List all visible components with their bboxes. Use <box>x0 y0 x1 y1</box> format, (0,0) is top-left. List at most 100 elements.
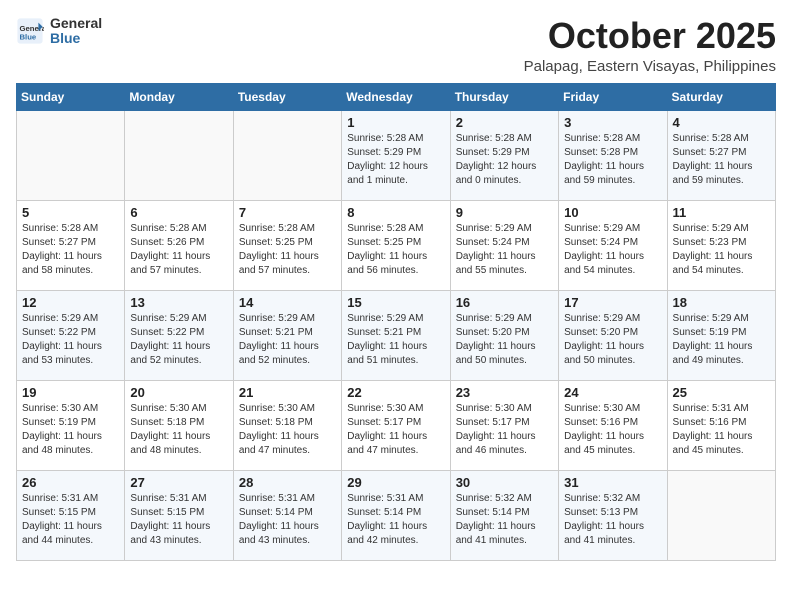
calendar-cell <box>667 470 775 560</box>
day-info: Sunrise: 5:29 AM Sunset: 5:20 PM Dayligh… <box>456 312 553 368</box>
weekday-header: Thursday <box>450 83 558 110</box>
calendar-cell: 26 Sunrise: 5:31 AM Sunset: 5:15 PM Dayli… <box>17 470 125 560</box>
day-number: 20 <box>130 385 227 400</box>
day-info: Sunrise: 5:28 AM Sunset: 5:25 PM Dayligh… <box>347 222 444 278</box>
day-info: Sunrise: 5:32 AM Sunset: 5:14 PM Dayligh… <box>456 492 553 548</box>
day-number: 8 <box>347 205 444 220</box>
day-number: 2 <box>456 115 553 130</box>
day-info: Sunrise: 5:31 AM Sunset: 5:14 PM Dayligh… <box>239 492 336 548</box>
calendar-cell: 19Sunrise: 5:30 AM Sunset: 5:19 PM Dayli… <box>17 380 125 470</box>
day-number: 22 <box>347 385 444 400</box>
weekday-header: Tuesday <box>233 83 341 110</box>
day-number: 23 <box>456 385 553 400</box>
weekday-header: Friday <box>559 83 667 110</box>
day-number: 18 <box>673 295 770 310</box>
day-info: Sunrise: 5:31 AM Sunset: 5:15 PM Dayligh… <box>130 492 227 548</box>
calendar-cell <box>233 110 341 200</box>
day-info: Sunrise: 5:28 AM Sunset: 5:29 PM Dayligh… <box>347 132 444 188</box>
calendar-cell <box>125 110 233 200</box>
month-title: October 2025 <box>524 16 776 56</box>
day-info: Sunrise: 5:28 AM Sunset: 5:26 PM Dayligh… <box>130 222 227 278</box>
day-number: 27 <box>130 475 227 490</box>
day-number: 12 <box>22 295 119 310</box>
weekday-header: Monday <box>125 83 233 110</box>
day-number: 31 <box>564 475 661 490</box>
day-info: Sunrise: 5:29 AM Sunset: 5:22 PM Dayligh… <box>130 312 227 368</box>
day-info: Sunrise: 5:28 AM Sunset: 5:29 PM Dayligh… <box>456 132 553 188</box>
svg-text:Blue: Blue <box>20 33 37 42</box>
day-number: 4 <box>673 115 770 130</box>
day-number: 17 <box>564 295 661 310</box>
calendar-header: SundayMondayTuesdayWednesdayThursdayFrid… <box>17 83 776 110</box>
calendar-cell: 5 Sunrise: 5:28 AM Sunset: 5:27 PM Daylig… <box>17 200 125 290</box>
day-number: 24 <box>564 385 661 400</box>
calendar-cell: 31 Sunrise: 5:32 AM Sunset: 5:13 PM Dayli… <box>559 470 667 560</box>
day-number: 26 <box>22 475 119 490</box>
calendar-week-row: 1 Sunrise: 5:28 AM Sunset: 5:29 PM Daylig… <box>17 110 776 200</box>
calendar-cell: 14 Sunrise: 5:29 AM Sunset: 5:21 PM Dayli… <box>233 290 341 380</box>
calendar-cell: 9Sunrise: 5:29 AM Sunset: 5:24 PM Daylig… <box>450 200 558 290</box>
calendar-cell: 4Sunrise: 5:28 AM Sunset: 5:27 PM Daylig… <box>667 110 775 200</box>
calendar-cell: 8 Sunrise: 5:28 AM Sunset: 5:25 PM Daylig… <box>342 200 450 290</box>
day-number: 9 <box>456 205 553 220</box>
day-info: Sunrise: 5:32 AM Sunset: 5:13 PM Dayligh… <box>564 492 661 548</box>
calendar-cell: 25Sunrise: 5:31 AM Sunset: 5:16 PM Dayli… <box>667 380 775 470</box>
calendar-cell: 29 Sunrise: 5:31 AM Sunset: 5:14 PM Dayli… <box>342 470 450 560</box>
calendar-cell: 18Sunrise: 5:29 AM Sunset: 5:19 PM Dayli… <box>667 290 775 380</box>
calendar-cell: 21 Sunrise: 5:30 AM Sunset: 5:18 PM Dayli… <box>233 380 341 470</box>
day-number: 21 <box>239 385 336 400</box>
day-number: 7 <box>239 205 336 220</box>
day-info: Sunrise: 5:29 AM Sunset: 5:23 PM Dayligh… <box>673 222 770 278</box>
day-number: 1 <box>347 115 444 130</box>
day-number: 13 <box>130 295 227 310</box>
calendar-cell: 6 Sunrise: 5:28 AM Sunset: 5:26 PM Daylig… <box>125 200 233 290</box>
weekday-header: Sunday <box>17 83 125 110</box>
calendar-cell: 30 Sunrise: 5:32 AM Sunset: 5:14 PM Dayli… <box>450 470 558 560</box>
weekday-header: Wednesday <box>342 83 450 110</box>
day-number: 30 <box>456 475 553 490</box>
logo-text-line2: Blue <box>50 31 102 46</box>
calendar-cell: 17 Sunrise: 5:29 AM Sunset: 5:20 PM Dayli… <box>559 290 667 380</box>
calendar-cell: 12Sunrise: 5:29 AM Sunset: 5:22 PM Dayli… <box>17 290 125 380</box>
day-number: 6 <box>130 205 227 220</box>
calendar-cell: 13 Sunrise: 5:29 AM Sunset: 5:22 PM Dayli… <box>125 290 233 380</box>
weekday-header: Saturday <box>667 83 775 110</box>
day-number: 16 <box>456 295 553 310</box>
calendar-cell: 2 Sunrise: 5:28 AM Sunset: 5:29 PM Daylig… <box>450 110 558 200</box>
header-row: SundayMondayTuesdayWednesdayThursdayFrid… <box>17 83 776 110</box>
calendar-cell: 10Sunrise: 5:29 AM Sunset: 5:24 PM Dayli… <box>559 200 667 290</box>
calendar-table: SundayMondayTuesdayWednesdayThursdayFrid… <box>16 83 776 561</box>
day-info: Sunrise: 5:30 AM Sunset: 5:16 PM Dayligh… <box>564 402 661 458</box>
day-info: Sunrise: 5:29 AM Sunset: 5:21 PM Dayligh… <box>239 312 336 368</box>
day-number: 5 <box>22 205 119 220</box>
day-number: 14 <box>239 295 336 310</box>
calendar-cell: 3Sunrise: 5:28 AM Sunset: 5:28 PM Daylig… <box>559 110 667 200</box>
day-number: 11 <box>673 205 770 220</box>
calendar-cell: 20Sunrise: 5:30 AM Sunset: 5:18 PM Dayli… <box>125 380 233 470</box>
day-info: Sunrise: 5:28 AM Sunset: 5:27 PM Dayligh… <box>22 222 119 278</box>
day-number: 28 <box>239 475 336 490</box>
calendar-cell: 11 Sunrise: 5:29 AM Sunset: 5:23 PM Dayli… <box>667 200 775 290</box>
calendar-cell: 23Sunrise: 5:30 AM Sunset: 5:17 PM Dayli… <box>450 380 558 470</box>
location-title: Palapag, Eastern Visayas, Philippines <box>524 58 776 75</box>
day-info: Sunrise: 5:29 AM Sunset: 5:20 PM Dayligh… <box>564 312 661 368</box>
day-info: Sunrise: 5:28 AM Sunset: 5:28 PM Dayligh… <box>564 132 661 188</box>
calendar-cell: 22Sunrise: 5:30 AM Sunset: 5:17 PM Dayli… <box>342 380 450 470</box>
calendar-body: 1 Sunrise: 5:28 AM Sunset: 5:29 PM Daylig… <box>17 110 776 560</box>
day-number: 29 <box>347 475 444 490</box>
day-info: Sunrise: 5:28 AM Sunset: 5:25 PM Dayligh… <box>239 222 336 278</box>
day-number: 15 <box>347 295 444 310</box>
logo-text-line1: General <box>50 16 102 31</box>
calendar-week-row: 26 Sunrise: 5:31 AM Sunset: 5:15 PM Dayli… <box>17 470 776 560</box>
calendar-cell: 7 Sunrise: 5:28 AM Sunset: 5:25 PM Daylig… <box>233 200 341 290</box>
day-info: Sunrise: 5:31 AM Sunset: 5:15 PM Dayligh… <box>22 492 119 548</box>
calendar-cell: 16 Sunrise: 5:29 AM Sunset: 5:20 PM Dayli… <box>450 290 558 380</box>
day-info: Sunrise: 5:30 AM Sunset: 5:18 PM Dayligh… <box>239 402 336 458</box>
calendar-cell: 27 Sunrise: 5:31 AM Sunset: 5:15 PM Dayli… <box>125 470 233 560</box>
calendar-week-row: 12 Sunrise: 5:29 AM Sunset: 5:22 PM Dayli… <box>17 290 776 380</box>
day-info: Sunrise: 5:31 AM Sunset: 5:14 PM Dayligh… <box>347 492 444 548</box>
day-info: Sunrise: 5:31 AM Sunset: 5:16 PM Dayligh… <box>673 402 770 458</box>
day-info: Sunrise: 5:30 AM Sunset: 5:19 PM Dayligh… <box>22 402 119 458</box>
logo-icon: General Blue <box>16 17 44 45</box>
page-header: General Blue General Blue October 2025 P… <box>16 16 776 75</box>
